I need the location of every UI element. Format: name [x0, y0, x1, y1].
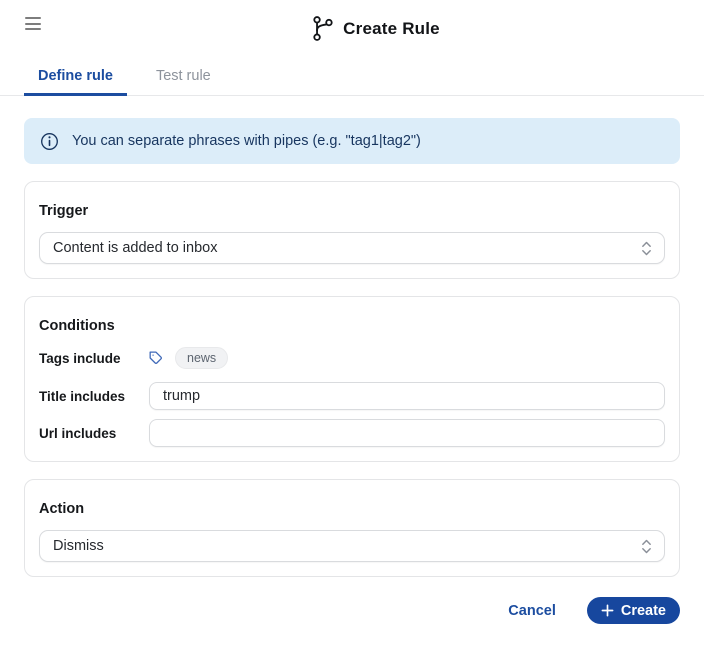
page-title-group: Create Rule	[0, 15, 704, 42]
chevron-updown-icon	[641, 538, 652, 555]
url-includes-label: Url includes	[39, 426, 149, 441]
trigger-select-value: Content is added to inbox	[53, 240, 217, 256]
conditions-heading: Conditions	[39, 318, 665, 334]
tags-include-label: Tags include	[39, 351, 149, 366]
tab-bar: Define rule Test rule	[0, 48, 704, 96]
trigger-select[interactable]: Content is added to inbox	[39, 232, 665, 264]
plus-icon	[601, 604, 614, 617]
hamburger-icon[interactable]	[25, 17, 41, 30]
tag-chip-news[interactable]: news	[175, 347, 228, 369]
action-heading: Action	[39, 501, 665, 517]
condition-row-title: Title includes	[39, 382, 665, 410]
tab-test-rule[interactable]: Test rule	[142, 68, 225, 95]
tab-define-rule[interactable]: Define rule	[24, 68, 127, 95]
trigger-heading: Trigger	[39, 203, 665, 219]
title-includes-label: Title includes	[39, 389, 149, 404]
url-includes-input[interactable]	[149, 419, 665, 447]
condition-row-tags: Tags include news	[39, 347, 665, 369]
create-button[interactable]: Create	[587, 597, 680, 624]
trigger-card: Trigger Content is added to inbox	[24, 181, 680, 279]
cancel-button[interactable]: Cancel	[508, 603, 556, 619]
conditions-card: Conditions Tags include news Title inclu…	[24, 296, 680, 462]
action-card: Action Dismiss	[24, 479, 680, 577]
condition-row-url: Url includes	[39, 419, 665, 447]
chevron-updown-icon	[641, 240, 652, 257]
title-includes-input[interactable]	[149, 382, 665, 410]
info-banner: You can separate phrases with pipes (e.g…	[24, 118, 680, 164]
tag-icon[interactable]	[149, 351, 165, 365]
page-title: Create Rule	[343, 19, 440, 39]
info-banner-text: You can separate phrases with pipes (e.g…	[72, 133, 421, 149]
action-select-value: Dismiss	[53, 538, 104, 554]
info-icon	[40, 132, 59, 151]
action-select[interactable]: Dismiss	[39, 530, 665, 562]
header: Create Rule	[0, 0, 704, 48]
rule-branch-icon	[312, 15, 334, 42]
create-button-label: Create	[621, 603, 666, 619]
footer-actions: Cancel Create	[24, 597, 680, 624]
